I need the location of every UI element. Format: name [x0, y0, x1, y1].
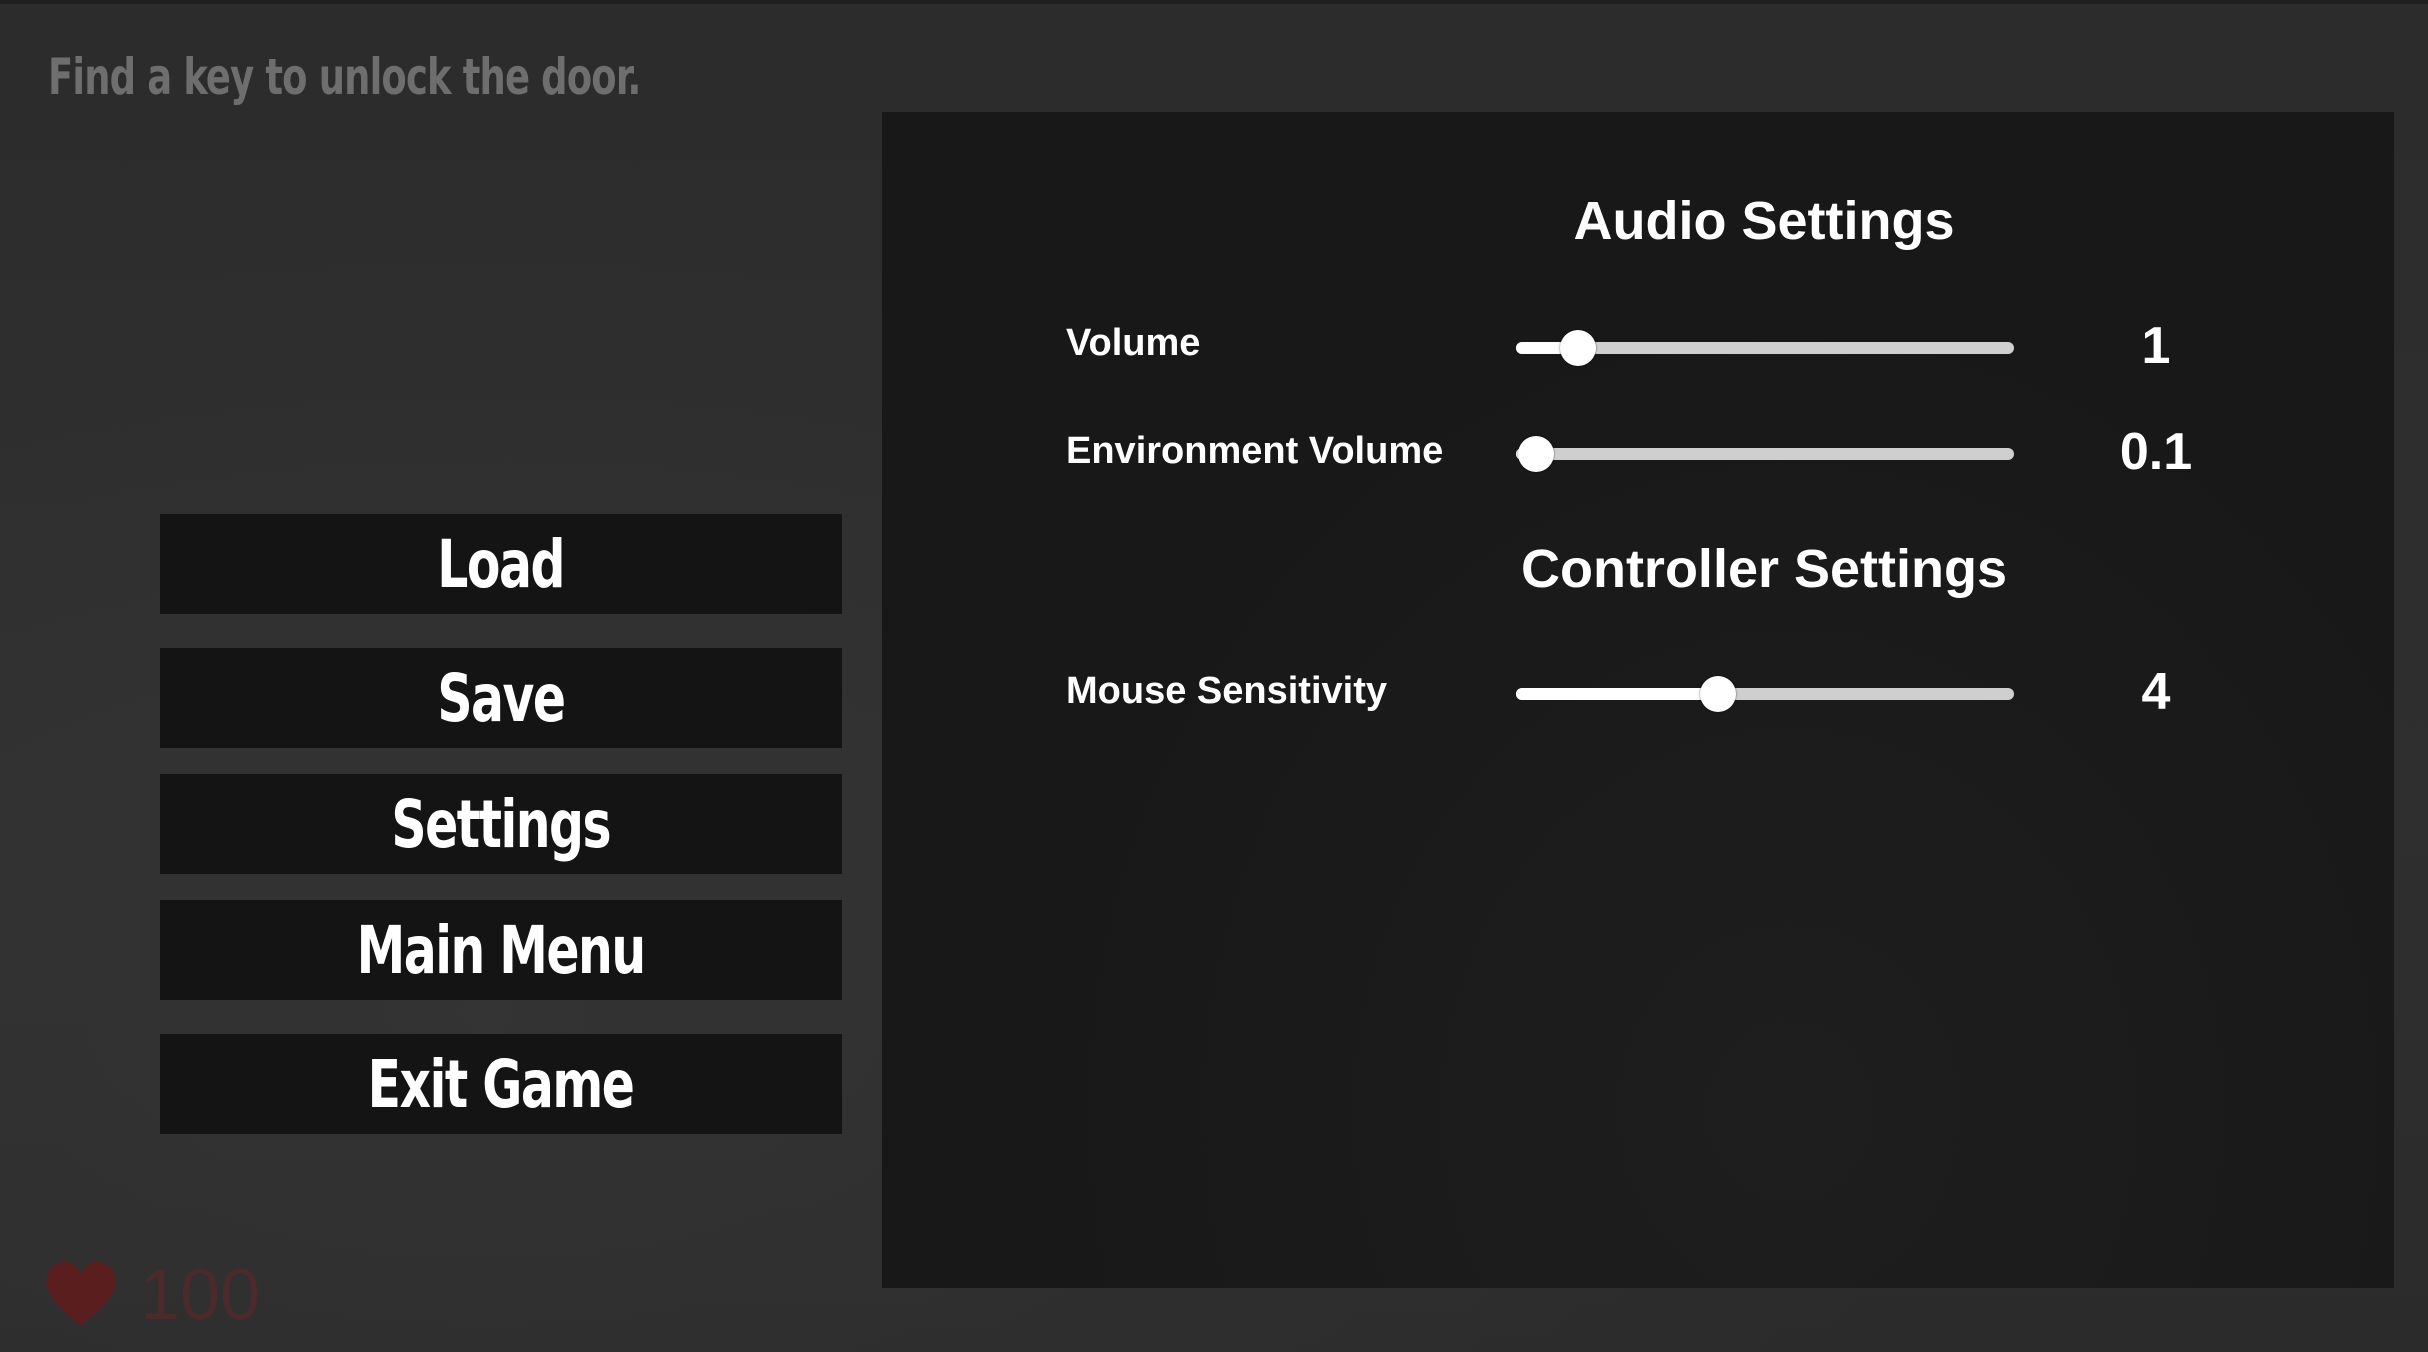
settings-panel: Audio Settings Volume 1 Environment Volu…: [882, 112, 2394, 1288]
mouse-sensitivity-slider-track: [1516, 688, 2014, 700]
objective-text: Find a key to unlock the door.: [48, 48, 641, 106]
audio-settings-title: Audio Settings: [1573, 191, 1955, 251]
top-edge: [0, 0, 2428, 4]
environment-volume-slider[interactable]: [1516, 434, 2014, 474]
controller-settings-title: Controller Settings: [1520, 539, 2008, 599]
volume-slider[interactable]: [1516, 328, 2014, 368]
exit-game-button[interactable]: Exit Game: [160, 1034, 842, 1134]
mouse-sensitivity-slider-fill: [1516, 688, 1718, 700]
save-button-label: Save: [437, 659, 566, 737]
exit-game-button-label: Exit Game: [368, 1045, 635, 1123]
volume-label: Volume: [1066, 322, 1201, 364]
main-menu-button[interactable]: Main Menu: [160, 900, 842, 1000]
volume-value: 1: [2141, 317, 2171, 375]
settings-button[interactable]: Settings: [160, 774, 842, 874]
environment-volume-slider-handle[interactable]: [1518, 436, 1554, 472]
main-menu-button-label: Main Menu: [356, 911, 647, 989]
environment-volume-label: Environment Volume: [1066, 430, 1444, 472]
volume-slider-handle[interactable]: [1560, 330, 1596, 366]
mouse-sensitivity-label: Mouse Sensitivity: [1066, 670, 1387, 712]
save-button[interactable]: Save: [160, 648, 842, 748]
health-value: 100: [140, 1255, 261, 1335]
load-button-label: Load: [437, 525, 566, 603]
mouse-sensitivity-slider-handle[interactable]: [1700, 676, 1736, 712]
mouse-sensitivity-slider[interactable]: [1516, 674, 2014, 714]
environment-volume-slider-track: [1516, 448, 2014, 460]
mouse-sensitivity-value: 4: [2141, 663, 2171, 721]
heart-icon: [46, 1262, 116, 1326]
health-indicator: 100: [44, 1255, 260, 1335]
load-button[interactable]: Load: [160, 514, 842, 614]
settings-button-label: Settings: [391, 785, 612, 863]
environment-volume-value: 0.1: [2119, 423, 2193, 481]
